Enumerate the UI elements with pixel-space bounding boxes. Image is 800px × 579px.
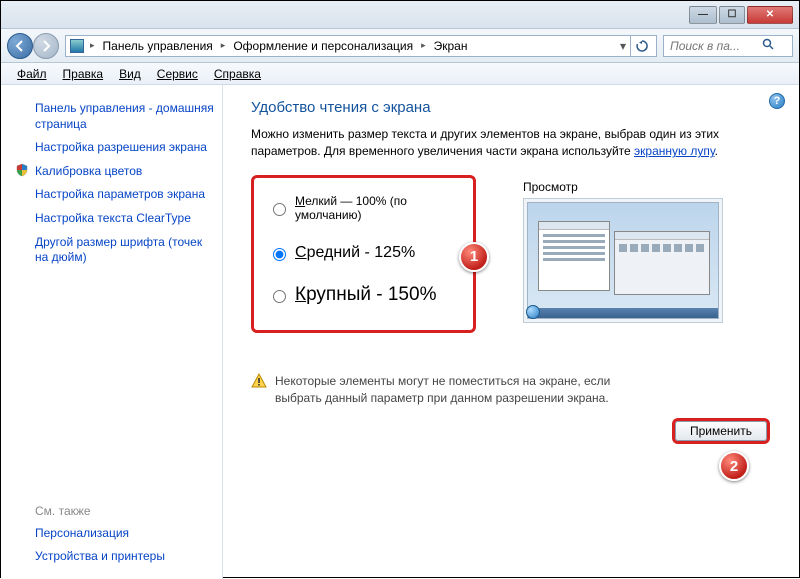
callout-2: 2 bbox=[719, 451, 749, 481]
radio-medium[interactable] bbox=[273, 248, 286, 261]
refresh-button[interactable] bbox=[630, 35, 652, 57]
preview-label: Просмотр bbox=[523, 180, 723, 194]
search-input[interactable] bbox=[668, 38, 758, 54]
radio-small-row[interactable]: Мелкий — 100% (по умолчанию) bbox=[268, 194, 459, 222]
chevron-right-icon: ▸ bbox=[419, 40, 428, 51]
minimize-button[interactable]: — bbox=[689, 6, 717, 24]
intro-text-2: . bbox=[715, 144, 718, 158]
warning-icon bbox=[251, 373, 267, 389]
preview-window-1 bbox=[538, 221, 610, 291]
sidebar-home[interactable]: Панель управления - домашняя страница bbox=[1, 97, 222, 136]
warning-text: Некоторые элементы могут не поместиться … bbox=[275, 373, 615, 407]
nav-buttons bbox=[7, 33, 59, 59]
chevron-right-icon: ▸ bbox=[88, 40, 97, 51]
content: ? Удобство чтения с экрана Можно изменит… bbox=[223, 85, 799, 579]
sidebar-resolution[interactable]: Настройка разрешения экрана bbox=[1, 136, 222, 160]
see-also: См. также Персонализация Устройства и пр… bbox=[1, 500, 222, 569]
preview-frame bbox=[523, 198, 723, 323]
page-title: Удобство чтения с экрана bbox=[251, 99, 781, 116]
page-intro: Можно изменить размер текста и других эл… bbox=[251, 126, 781, 161]
radio-large-row[interactable]: Крупный - 150% bbox=[268, 284, 459, 306]
breadcrumb-mid[interactable]: Оформление и персонализация bbox=[231, 39, 415, 53]
sidebar-devices[interactable]: Устройства и принтеры bbox=[35, 545, 214, 569]
radio-group: Мелкий — 100% (по умолчанию) Средний - 1… bbox=[251, 175, 476, 333]
control-panel-icon bbox=[70, 39, 84, 53]
sidebar-calibrate-label: Калибровка цветов bbox=[35, 164, 142, 178]
sidebar: Панель управления - домашняя страница На… bbox=[1, 85, 223, 579]
magnifier-link[interactable]: экранную лупу bbox=[634, 144, 715, 158]
back-button[interactable] bbox=[7, 33, 33, 59]
breadcrumb-leaf[interactable]: Экран bbox=[432, 39, 470, 53]
preview-area: Просмотр bbox=[523, 180, 723, 323]
body-area: Панель управления - домашняя страница На… bbox=[1, 85, 799, 579]
radio-small-label: Мелкий — 100% (по умолчанию) bbox=[295, 194, 459, 222]
menu-file[interactable]: Файл bbox=[9, 65, 55, 83]
sidebar-dpi[interactable]: Другой размер шрифта (точек на дюйм) bbox=[1, 231, 222, 270]
menu-edit[interactable]: Правка bbox=[55, 65, 112, 83]
radio-large-label: Крупный - 150% bbox=[295, 284, 436, 306]
nav-bar: ▸ Панель управления ▸ Оформление и персо… bbox=[1, 29, 799, 63]
chevron-right-icon: ▸ bbox=[219, 40, 228, 51]
menu-bar: Файл Правка Вид Сервис Справка bbox=[1, 63, 799, 85]
callout-1: 1 bbox=[459, 242, 489, 272]
start-orb-icon bbox=[526, 305, 540, 319]
menu-service[interactable]: Сервис bbox=[149, 65, 206, 83]
shield-icon bbox=[15, 163, 29, 177]
breadcrumb-root[interactable]: Панель управления bbox=[101, 39, 215, 53]
radio-large[interactable] bbox=[273, 290, 286, 303]
forward-button[interactable] bbox=[33, 33, 59, 59]
address-bar[interactable]: ▸ Панель управления ▸ Оформление и персо… bbox=[65, 35, 657, 57]
apply-button[interactable]: Применить bbox=[675, 421, 767, 441]
close-button[interactable]: ✕ bbox=[747, 6, 793, 24]
menu-help[interactable]: Справка bbox=[206, 65, 269, 83]
radio-medium-label: Средний - 125% bbox=[295, 244, 415, 262]
apply-wrap: Применить bbox=[675, 421, 767, 441]
help-button[interactable]: ? bbox=[769, 93, 785, 109]
address-dropdown[interactable]: ▾ bbox=[620, 39, 626, 53]
preview-window-2 bbox=[614, 231, 710, 295]
titlebar: — ☐ ✕ bbox=[1, 1, 799, 29]
preview-monitor bbox=[527, 202, 719, 319]
sidebar-personalize[interactable]: Персонализация bbox=[35, 522, 214, 546]
sidebar-calibrate[interactable]: Калибровка цветов bbox=[1, 160, 222, 184]
sidebar-params[interactable]: Настройка параметров экрана bbox=[1, 183, 222, 207]
warning-row: Некоторые элементы могут не поместиться … bbox=[251, 373, 781, 407]
sidebar-cleartype[interactable]: Настройка текста ClearType bbox=[1, 207, 222, 231]
radio-medium-row[interactable]: Средний - 125% bbox=[268, 244, 459, 262]
radio-small[interactable] bbox=[273, 203, 286, 216]
search-box[interactable] bbox=[663, 35, 793, 57]
see-also-title: См. также bbox=[35, 500, 214, 522]
search-icon[interactable] bbox=[762, 38, 774, 53]
menu-view[interactable]: Вид bbox=[111, 65, 149, 83]
maximize-button[interactable]: ☐ bbox=[719, 6, 745, 24]
